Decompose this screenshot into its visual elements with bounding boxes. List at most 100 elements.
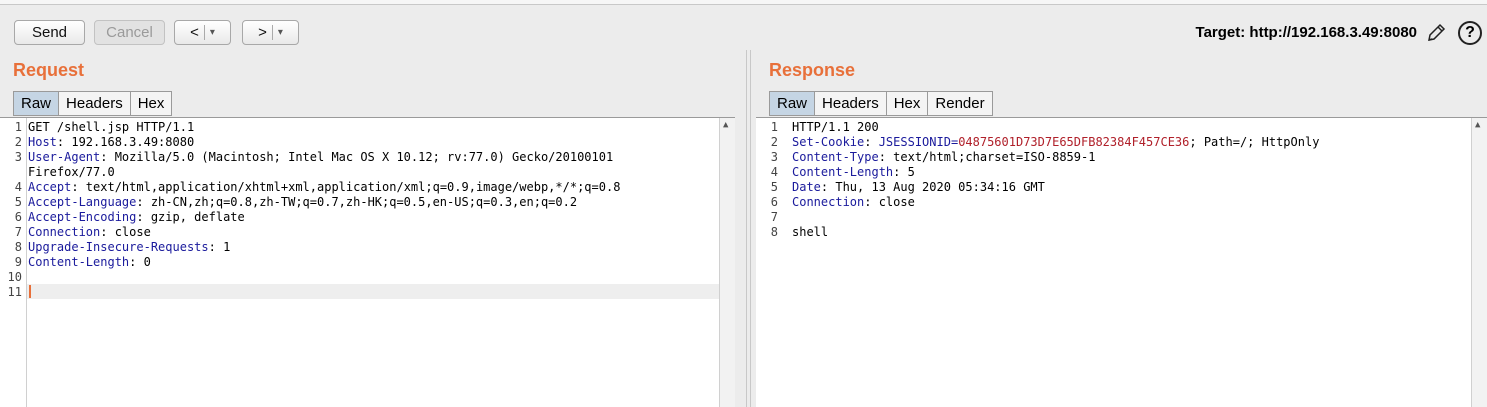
header-value: : close (864, 195, 915, 209)
header-value: Firefox/77.0 (28, 165, 115, 179)
code-line: 8 Upgrade-Insecure-Requests: 1 (0, 240, 690, 255)
tab-headers[interactable]: Headers (58, 91, 131, 116)
toolbar: Send Cancel < ▾ > ▾ Target: http://192.1… (0, 5, 1487, 55)
response-title: Response (769, 60, 856, 80)
tab-render[interactable]: Render (927, 91, 993, 116)
code-line: 4 Content-Length: 5 (756, 165, 1446, 180)
line-text: Firefox/77.0 (28, 165, 115, 180)
cookie-value: 04875601D73D7E65DFB82384F457CE36 (958, 135, 1190, 149)
forward-button[interactable]: > ▾ (242, 20, 299, 45)
line-number: 3 (770, 150, 778, 164)
request-editor[interactable]: 1 GET /shell.jsp HTTP/1.1 2 Host: 192.168.3… (0, 117, 735, 407)
header-name: Content-Length (792, 165, 894, 179)
header-value: GET /shell.jsp HTTP/1.1 (28, 120, 195, 134)
code-line: 2 Host: 192.168.3.49:8080 (0, 135, 690, 150)
line-number: 4 (770, 165, 778, 179)
header-value: : Mozilla/5.0 (Macintosh; Intel Mac OS X… (100, 150, 614, 164)
back-button[interactable]: < ▾ (174, 20, 231, 45)
send-button[interactable]: Send (14, 20, 85, 45)
forward-arrow-icon: > (258, 24, 267, 41)
scroll-up-icon[interactable]: ▲ (1475, 120, 1480, 130)
line-number: 6 (770, 195, 778, 209)
header-name: Set-Cookie (792, 135, 865, 149)
target-label: Target: http://192.168.3.49:8080 (1195, 24, 1417, 41)
header-name: Upgrade-Insecure-Requests (28, 240, 209, 254)
header-value: : 192.168.3.49:8080 (56, 135, 195, 149)
line-text: GET /shell.jsp HTTP/1.1 (28, 120, 194, 135)
request-pane: Request Raw Headers Hex 1 GET /shell.jsp … (0, 55, 740, 407)
help-icon[interactable]: ? (1458, 21, 1482, 45)
code-line: 2 Set-Cookie: JSESSIONID=04875601D73D7E65… (756, 135, 1446, 150)
line-number: 6 (14, 210, 22, 224)
line-number: 10 (7, 270, 22, 284)
line-text: Host: 192.168.3.49:8080 (28, 135, 194, 150)
line-number: 5 (770, 180, 778, 194)
line-number: 7 (14, 225, 22, 239)
response-editor[interactable]: 1 HTTP/1.1 200 2 Set-Cookie: JSESSIONID=048… (756, 117, 1487, 407)
code-line: 7 Connection: close (0, 225, 690, 240)
line-number: 5 (14, 195, 22, 209)
scroll-up-icon[interactable]: ▲ (723, 120, 728, 130)
response-tabs: Raw Headers Hex Render (769, 91, 993, 116)
line-number: 1 (770, 120, 778, 134)
code-line: 8 shell (756, 225, 1446, 240)
line-text: Upgrade-Insecure-Requests: 1 (28, 240, 230, 255)
code-line: 3 Content-Type: text/html;charset=ISO-885… (756, 150, 1446, 165)
line-number: 7 (770, 210, 778, 224)
code-line: 3 User-Agent: Mozilla/5.0 (Macintosh; Int… (0, 150, 690, 165)
tab-raw[interactable]: Raw (13, 91, 60, 116)
header-value: : text/html;charset=ISO-8859-1 (878, 150, 1096, 164)
request-scrollbar[interactable]: ▲ (719, 118, 735, 407)
header-name: Content-Type (792, 150, 879, 164)
line-number: 1 (14, 120, 22, 134)
line-text: HTTP/1.1 200 (792, 120, 879, 135)
request-title: Request (13, 60, 85, 80)
code-line: 11 (0, 285, 690, 300)
tab-headers[interactable]: Headers (814, 91, 887, 116)
pencil-icon[interactable] (1425, 22, 1447, 44)
button-separator (271, 25, 273, 40)
code-line: Firefox/77.0 (0, 165, 690, 180)
pane-splitter[interactable] (740, 50, 756, 407)
header-value: : 5 (893, 165, 915, 179)
code-line: 1 HTTP/1.1 200 (756, 120, 1446, 135)
line-text: Connection: close (792, 195, 915, 210)
code-line: 7 (756, 210, 1446, 225)
tab-hex[interactable]: Hex (885, 91, 929, 116)
forward-dropdown-icon[interactable]: ▾ (278, 27, 283, 38)
header-value: : 1 (208, 240, 231, 254)
header-value: : gzip, deflate (136, 210, 245, 224)
tab-hex[interactable]: Hex (129, 91, 173, 116)
header-value: : 0 (129, 255, 151, 269)
cookie-name: JSESSIONID= (878, 135, 959, 149)
cookie-attributes: ; Path=/; HttpOnly (1189, 135, 1320, 149)
back-arrow-icon: < (190, 24, 199, 41)
header-value: : (864, 135, 879, 149)
line-text: Set-Cookie: JSESSIONID=04875601D73D7E65D… (792, 135, 1319, 150)
cancel-button[interactable]: Cancel (94, 20, 165, 45)
line-number: 8 (14, 240, 22, 254)
text-caret (29, 285, 31, 298)
code-line: 4 Accept: text/html,application/xhtml+xml… (0, 180, 690, 195)
tab-raw[interactable]: Raw (769, 91, 816, 116)
code-line: 6 Accept-Encoding: gzip, deflate (0, 210, 690, 225)
header-name: Host (28, 135, 57, 149)
line-text: Content-Type: text/html;charset=ISO-8859… (792, 150, 1095, 165)
header-value: : text/html,application/xhtml+xml,applic… (71, 180, 621, 194)
header-name: Connection (28, 225, 101, 239)
line-text: Accept-Encoding: gzip, deflate (28, 210, 245, 225)
line-number: 9 (14, 255, 22, 269)
line-text: shell (792, 225, 828, 240)
code-line: 1 GET /shell.jsp HTTP/1.1 (0, 120, 690, 135)
response-scrollbar[interactable]: ▲ (1471, 118, 1487, 407)
line-number: 4 (14, 180, 22, 194)
line-text: Accept: text/html,application/xhtml+xml,… (28, 180, 620, 195)
code-line: 5 Accept-Language: zh-CN,zh;q=0.8,zh-TW;q… (0, 195, 690, 210)
line-number: 11 (7, 285, 22, 299)
request-tabs: Raw Headers Hex (13, 91, 173, 116)
back-dropdown-icon[interactable]: ▾ (210, 27, 215, 38)
header-name: Accept (28, 180, 72, 194)
line-text: User-Agent: Mozilla/5.0 (Macintosh; Inte… (28, 150, 613, 165)
header-value: : Thu, 13 Aug 2020 05:34:16 GMT (820, 180, 1045, 194)
code-line: 10 (0, 270, 690, 285)
